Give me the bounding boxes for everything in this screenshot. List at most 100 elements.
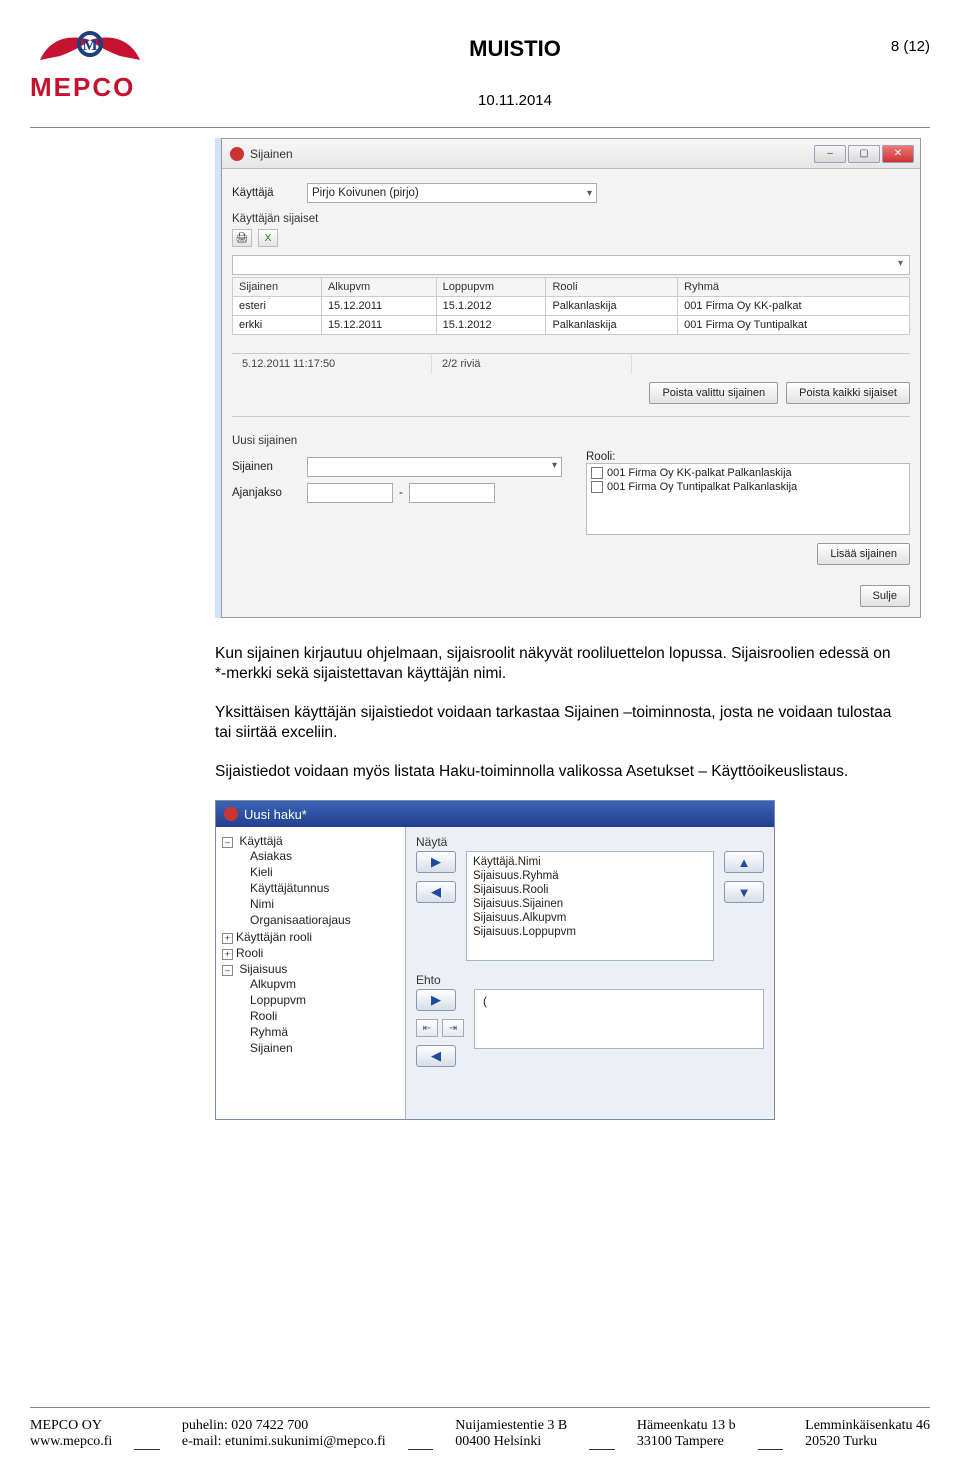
nayta-label: Näytä	[416, 835, 764, 849]
tree-label: Ryhmä	[250, 1025, 288, 1039]
uusi-haku-dialog: Uusi haku* – Käyttäjä Asiakas Kieli Käyt…	[215, 800, 775, 1120]
tree-label: Käyttäjä	[239, 834, 282, 848]
add-substitute-button[interactable]: Lisää sijainen	[817, 543, 910, 565]
print-icon[interactable]: 🖨	[232, 229, 252, 247]
collapse-icon[interactable]: –	[222, 965, 233, 976]
list-item[interactable]: Sijaisuus.Rooli	[473, 883, 707, 897]
tree-node[interactable]: Sijainen	[236, 1040, 401, 1056]
role-checklist[interactable]: 001 Firma Oy KK-palkat Palkanlaskija 001…	[586, 463, 910, 535]
ehto-add-button[interactable]: ▶	[416, 989, 456, 1011]
tree-node[interactable]: Rooli	[236, 1008, 401, 1024]
tree-node[interactable]: Käyttäjätunnus	[236, 880, 401, 896]
remove-selected-button[interactable]: Poista valittu sijainen	[649, 382, 778, 404]
range-dash: -	[399, 487, 403, 499]
tree-node[interactable]: – Sijaisuus Alkupvm Loppupvm Rooli Ryhmä…	[222, 961, 401, 1057]
tree-node[interactable]: – Käyttäjä Asiakas Kieli Käyttäjätunnus …	[222, 833, 401, 929]
tree-node[interactable]: Organisaatiorajaus	[236, 912, 401, 928]
move-up-button[interactable]: ▲	[724, 851, 764, 873]
col-sijainen[interactable]: Sijainen	[233, 278, 322, 297]
user-combo[interactable]: Pirjo Koivunen (pirjo)	[307, 183, 597, 203]
new-sub-label: Uusi sijainen	[232, 435, 910, 447]
maximize-button[interactable]: ▢	[848, 145, 880, 163]
table-row[interactable]: erkki 15.12.2011 15.1.2012 Palkanlaskija…	[233, 316, 910, 335]
footer-sep	[408, 1436, 434, 1450]
remove-all-button[interactable]: Poista kaikki sijaiset	[786, 382, 910, 404]
titlebar: Uusi haku*	[216, 801, 774, 827]
indent-right-icon[interactable]: ⇥	[442, 1019, 464, 1037]
expand-icon[interactable]: +	[222, 949, 233, 960]
tree-label: Rooli	[250, 1009, 277, 1023]
list-item[interactable]: Sijaisuus.Ryhmä	[473, 869, 707, 883]
col-loppupvm[interactable]: Loppupvm	[436, 278, 546, 297]
footer-text: Hämeenkatu 13 b	[637, 1418, 736, 1433]
role-option[interactable]: 001 Firma Oy Tuntipalkat Palkanlaskija	[591, 480, 905, 494]
col-alkupvm[interactable]: Alkupvm	[321, 278, 436, 297]
cell: 15.1.2012	[436, 297, 546, 316]
date-to-input[interactable]	[409, 483, 495, 503]
ehto-label: Ehto	[416, 973, 764, 987]
checkbox-icon[interactable]	[591, 467, 603, 479]
table-row[interactable]: esteri 15.12.2011 15.1.2012 Palkanlaskij…	[233, 297, 910, 316]
tree-label: Sijainen	[250, 1041, 293, 1055]
expand-icon[interactable]: +	[222, 933, 233, 944]
role-option-label: 001 Firma Oy Tuntipalkat Palkanlaskija	[607, 481, 797, 493]
tree-label: Nimi	[250, 897, 274, 911]
tree-node[interactable]: +Käyttäjän rooli	[222, 929, 401, 945]
substitute-grid: Sijainen Alkupvm Loppupvm Rooli Ryhmä es…	[232, 277, 910, 335]
selected-fields-list[interactable]: Käyttäjä.Nimi Sijaisuus.Ryhmä Sijaisuus.…	[466, 851, 714, 961]
move-left-button[interactable]: ◀	[416, 881, 456, 903]
tree-node[interactable]: +Rooli	[222, 945, 401, 961]
footer-col: Hämeenkatu 13 b 33100 Tampere	[637, 1418, 736, 1450]
tree-node[interactable]: Nimi	[236, 896, 401, 912]
footer-text: MEPCO OY	[30, 1418, 102, 1433]
minimize-button[interactable]: –	[814, 145, 846, 163]
ajanjakso-label: Ajanjakso	[232, 487, 307, 499]
logo: M MEPCO	[30, 30, 180, 103]
sijainen-label: Sijainen	[232, 461, 307, 473]
cell: 15.12.2011	[321, 316, 436, 335]
grid-filter[interactable]	[232, 255, 910, 275]
window-title: Sijainen	[250, 147, 814, 161]
ehto-box[interactable]: (	[474, 989, 764, 1049]
tree-node[interactable]: Alkupvm	[236, 976, 401, 992]
move-down-button[interactable]: ▼	[724, 881, 764, 903]
paragraph: Kun sijainen kirjautuu ohjelmaan, sijais…	[215, 644, 895, 685]
sijainen-input[interactable]	[307, 457, 562, 477]
move-right-button[interactable]: ▶	[416, 851, 456, 873]
user-combo-value: Pirjo Koivunen (pirjo)	[312, 187, 419, 199]
tree-node[interactable]: Loppupvm	[236, 992, 401, 1008]
user-label: Käyttäjä	[232, 187, 307, 199]
footer-text: www.mepco.fi	[30, 1434, 112, 1450]
list-item[interactable]: Sijaisuus.Loppupvm	[473, 925, 707, 939]
checkbox-icon[interactable]	[591, 481, 603, 493]
cell: 15.1.2012	[436, 316, 546, 335]
tree-pane[interactable]: – Käyttäjä Asiakas Kieli Käyttäjätunnus …	[216, 827, 406, 1119]
tree-node[interactable]: Ryhmä	[236, 1024, 401, 1040]
tree-node[interactable]: Kieli	[236, 864, 401, 880]
date-from-input[interactable]	[307, 483, 393, 503]
cell: 001 Firma Oy Tuntipalkat	[678, 316, 910, 335]
page-number: 8 (12)	[850, 38, 930, 55]
indent-left-icon[interactable]: ⇤	[416, 1019, 438, 1037]
footer-sep	[758, 1436, 784, 1450]
list-item[interactable]: Sijaisuus.Alkupvm	[473, 911, 707, 925]
role-option[interactable]: 001 Firma Oy KK-palkat Palkanlaskija	[591, 466, 905, 480]
tree-node[interactable]: Asiakas	[236, 848, 401, 864]
col-rooli[interactable]: Rooli	[546, 278, 678, 297]
header-divider	[30, 127, 930, 128]
close-dialog-button[interactable]: Sulje	[860, 585, 910, 607]
col-ryhma[interactable]: Ryhmä	[678, 278, 910, 297]
footer-col: Lemminkäisenkatu 46 20520 Turku	[805, 1418, 930, 1450]
paragraph: Yksittäisen käyttäjän sijaistiedot voida…	[215, 703, 895, 744]
doc-footer: MEPCO OY www.mepco.fi puhelin: 020 7422 …	[30, 1407, 930, 1450]
tree-label: Organisaatiorajaus	[250, 913, 351, 927]
list-item[interactable]: Sijaisuus.Sijainen	[473, 897, 707, 911]
ehto-remove-button[interactable]: ◀	[416, 1045, 456, 1067]
close-button[interactable]: ✕	[882, 145, 914, 163]
excel-icon[interactable]: X	[258, 229, 278, 247]
titlebar: Sijainen – ▢ ✕	[222, 139, 920, 169]
section-label: Käyttäjän sijaiset	[232, 213, 910, 225]
collapse-icon[interactable]: –	[222, 837, 233, 848]
footer-text: Nuijamiestentie 3 B	[455, 1418, 567, 1433]
list-item[interactable]: Käyttäjä.Nimi	[473, 855, 707, 869]
